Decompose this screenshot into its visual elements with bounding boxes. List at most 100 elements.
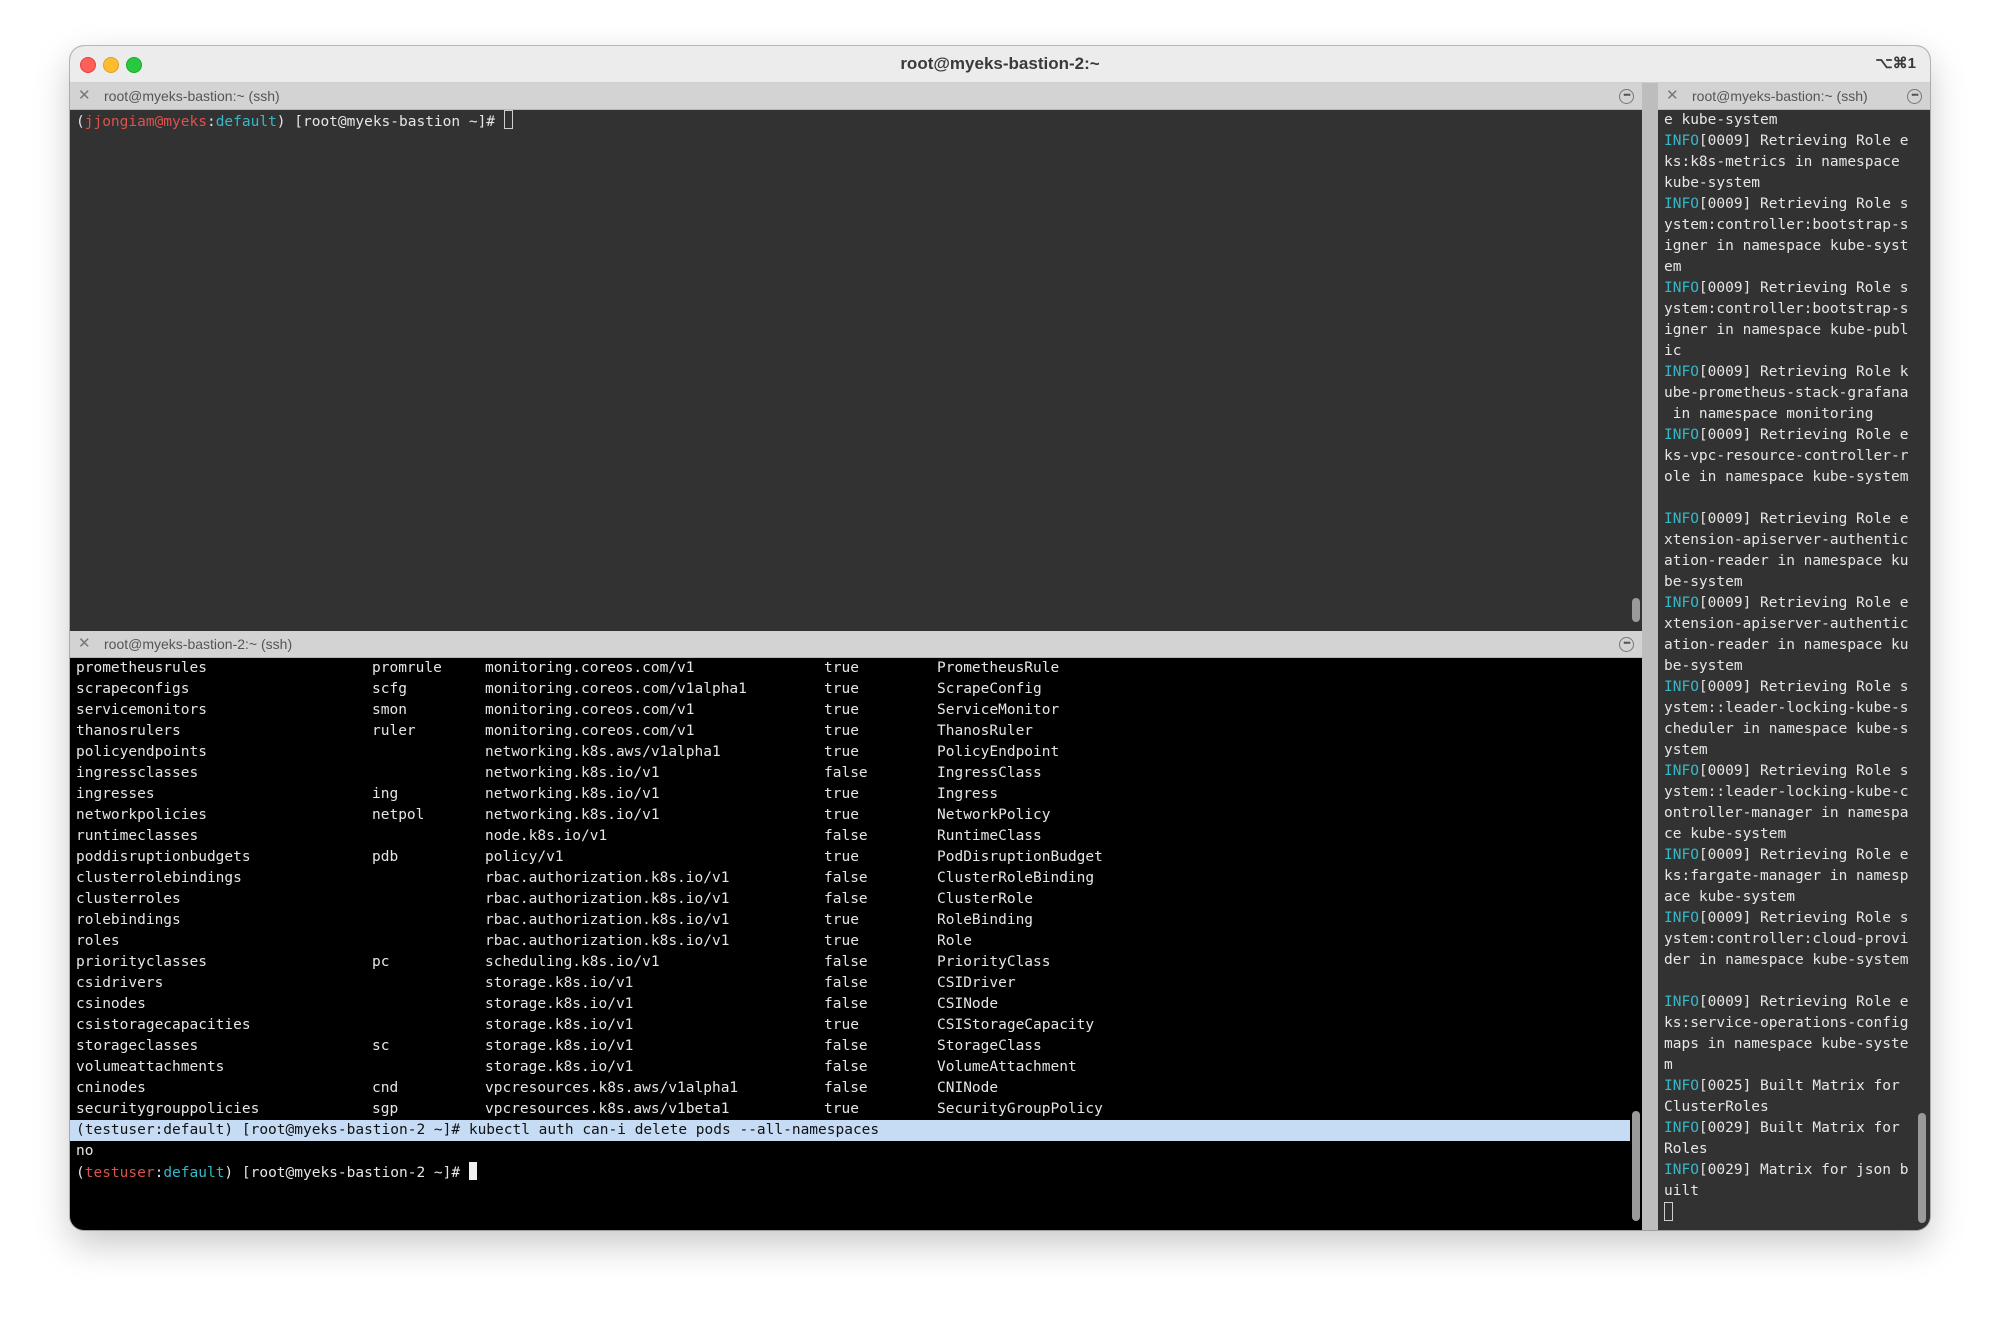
log-line: e kube-system [1658,110,1930,131]
log-text: [0009] Retrieving Role e [1698,427,1909,443]
log-text: ClusterRoles [1664,1099,1769,1115]
log-text: ks:fargate-manager in namesp [1664,868,1909,884]
text-cursor [503,110,513,129]
log-line: INFO[0009] Retrieving Role s [1658,761,1930,782]
log-text: em [1664,259,1682,275]
log-text: ystem::leader-locking-kube-s [1664,700,1909,716]
kind: NetworkPolicy [937,807,1051,823]
api-version: networking.k8s.io/v1 [485,786,660,802]
kind: PolicyEndpoint [937,744,1060,760]
log-text: ks:k8s-metrics in namespace [1664,154,1900,170]
log-line: kube-system [1658,173,1930,194]
log-text: ube-prometheus-stack-grafana [1664,385,1909,401]
log-text: [0025] Built Matrix for [1698,1078,1900,1094]
table-row: storageclasses sc storage.k8s.io/v1 false St… [70,1036,1642,1057]
table-row: priorityclasses pc scheduling.k8s.io/v1 fal… [70,952,1642,973]
pane-tab-title: root@myeks-bastion:~ (ssh) [1692,88,1868,104]
api-version: vpcresources.k8s.aws/v1beta1 [485,1101,730,1117]
api-version: scheduling.k8s.io/v1 [485,954,660,970]
pane-divider[interactable] [1642,83,1658,1230]
log-text: ystem:controller:cloud-provi [1664,931,1909,947]
terminal-window: root@myeks-bastion-2:~ ⌥⌘1 ✕ root@myeks-… [70,46,1930,1230]
scrollbar[interactable] [1632,598,1640,622]
log-level: INFO [1664,679,1699,695]
log-text: ace kube-system [1664,889,1795,905]
log-level: INFO [1664,364,1699,380]
pane-tab-title: root@myeks-bastion-2:~ (ssh) [104,636,293,652]
table-row: networkpolicies netpol networking.k8s.io/v… [70,805,1642,826]
pane-right[interactable]: ✕ root@myeks-bastion:~ (ssh) ••• e kube-… [1658,83,1930,1230]
log-text: ks-vpc-resource-controller-r [1664,448,1909,464]
log-text: igner in namespace kube-syst [1664,238,1909,254]
log-text: [0009] Retrieving Role k [1698,364,1909,380]
terminal-output[interactable]: (jjongiam@myeks:default) [root@myeks-bas… [70,110,1642,631]
kind: ClusterRole [937,891,1034,907]
close-pane-icon[interactable]: ✕ [1666,83,1679,109]
command-output: no [76,1143,94,1159]
api-version: policy/v1 [485,849,564,865]
log-line: INFO[0009] Retrieving Role e [1658,593,1930,614]
log-text: [0029] Matrix for json b [1698,1162,1909,1178]
resource-name: roles [76,933,120,949]
kind: ServiceMonitor [937,702,1060,718]
table-row: csidrivers storage.k8s.io/v1 false CSIDrive… [70,973,1642,994]
more-options-icon[interactable]: ••• [1619,637,1634,652]
pane-top-left[interactable]: ✕ root@myeks-bastion:~ (ssh) ••• (jjongi… [70,83,1642,631]
kind: StorageClass [937,1038,1042,1054]
log-level: INFO [1664,280,1699,296]
terminal-output[interactable]: e kube-system INFO[0009] Retrieving Role … [1658,110,1930,1230]
kind: ScrapeConfig [937,681,1042,697]
log-line: ube-prometheus-stack-grafana [1658,383,1930,404]
close-pane-icon[interactable]: ✕ [78,83,91,109]
pane-bottom-left[interactable]: ✕ root@myeks-bastion-2:~ (ssh) ••• prome… [70,631,1642,1230]
pane-tab-title: root@myeks-bastion:~ (ssh) [104,88,280,104]
table-row: thanosrulers ruler monitoring.coreos.com/v… [70,721,1642,742]
api-version: rbac.authorization.k8s.io/v1 [485,912,730,928]
table-row: prometheusrules promrule monitoring.coreos… [70,658,1642,679]
table-row: cninodes cnd vpcresources.k8s.aws/v1alpha1… [70,1078,1642,1099]
table-row: ingresses ing networking.k8s.io/v1 true Ingr… [70,784,1642,805]
log-text: kube-system [1664,175,1761,191]
log-text: [0009] Retrieving Role e [1698,595,1909,611]
more-options-icon[interactable]: ••• [1619,89,1634,104]
kind: IngressClass [937,765,1042,781]
scrollbar[interactable] [1632,1111,1640,1221]
namespaced: true [824,1101,859,1117]
resource-name: scrapeconfigs [76,681,190,697]
log-line: INFO[0009] Retrieving Role e [1658,425,1930,446]
log-text: xtension-apiserver-authentic [1664,616,1909,632]
kind: ClusterRoleBinding [937,870,1095,886]
namespaced: true [824,723,859,739]
prompt-context: default [215,114,277,130]
resource-name: servicemonitors [76,702,207,718]
namespaced: true [824,702,859,718]
log-line: ation-reader in namespace ku [1658,635,1930,656]
log-text: uilt [1664,1183,1699,1199]
log-level: INFO [1664,595,1699,611]
prompt-line: (jjongiam@myeks:default) [root@myeks-bas… [70,110,1642,131]
table-row: clusterrolebindings rbac.authorization.k8… [70,868,1642,889]
prompt-context: default [163,1165,225,1181]
pane-tab-bar: ✕ root@myeks-bastion:~ (ssh) ••• [70,83,1642,110]
log-line: ystem [1658,740,1930,761]
log-line: m [1658,1055,1930,1076]
namespaced: true [824,849,859,865]
log-text: in namespace monitoring [1664,406,1874,422]
log-line: ation-reader in namespace ku [1658,551,1930,572]
terminal-output[interactable]: prometheusrules promrule monitoring.coreos… [70,658,1642,1230]
log-line: ystem:controller:cloud-provi [1658,929,1930,950]
api-version: rbac.authorization.k8s.io/v1 [485,933,730,949]
kind: Role [937,933,972,949]
namespaced: true [824,681,859,697]
close-pane-icon[interactable]: ✕ [78,631,91,657]
scrollbar[interactable] [1918,1113,1926,1223]
log-text: igner in namespace kube-publ [1664,322,1909,338]
log-level: INFO [1664,1120,1699,1136]
more-options-icon[interactable]: ••• [1907,89,1922,104]
namespaced: true [824,660,859,676]
pane-tab-bar: ✕ root@myeks-bastion:~ (ssh) ••• [1658,83,1930,110]
window-shortcut: ⌥⌘1 [1875,55,1916,72]
short-name: scfg [372,681,407,697]
pane-tab-bar: ✕ root@myeks-bastion-2:~ (ssh) ••• [70,631,1642,658]
api-version: storage.k8s.io/v1 [485,1038,634,1054]
